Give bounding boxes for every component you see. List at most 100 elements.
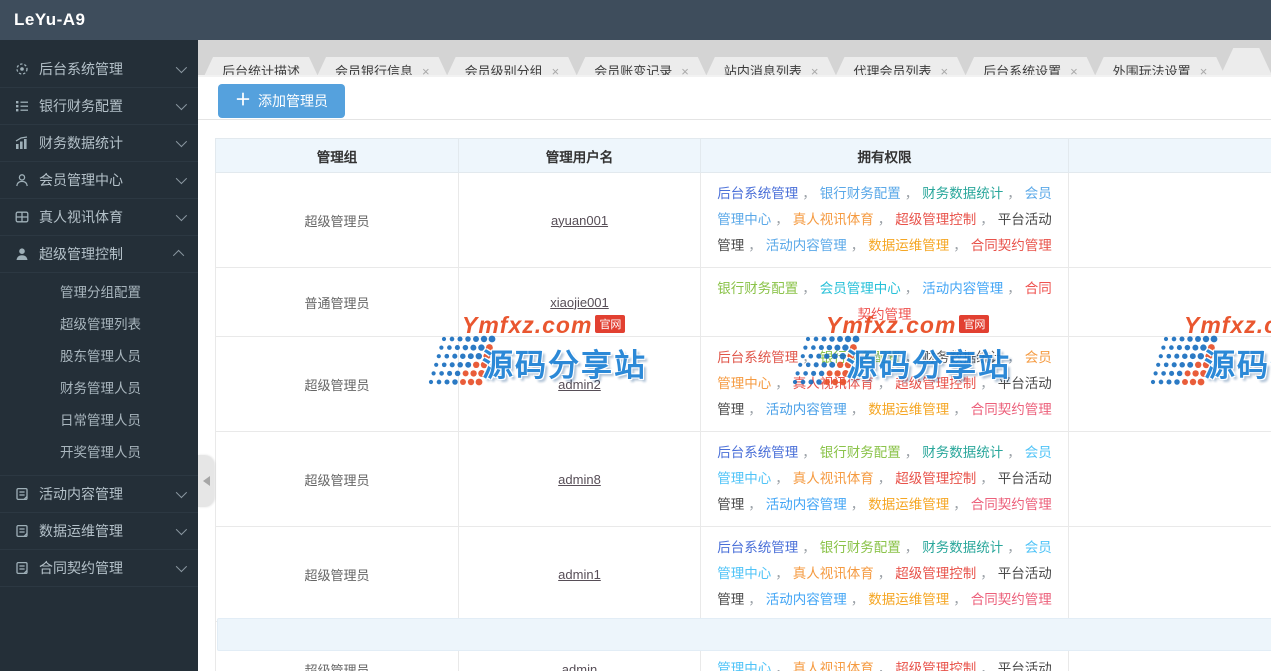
sidebar-subitem[interactable]: 管理分组配置	[0, 277, 198, 309]
permission-separator: ，	[953, 497, 967, 512]
permission-label: 活动内容管理	[766, 592, 847, 607]
sidebar-item[interactable]: 财务数据统计	[0, 125, 198, 162]
sidebar-item-label: 会员管理中心	[39, 170, 176, 190]
actions-cell: 修改|锁定	[1069, 268, 1271, 337]
permission-separator: ，	[953, 238, 967, 253]
table-row: 超级管理员admin1后台系统管理，银行财务配置，财务数据统计，会员管理中心，真…	[216, 527, 1271, 622]
tab-item[interactable]: 会员银行信息×	[313, 57, 452, 77]
permission-label: 数据运维管理	[868, 238, 949, 253]
sidebar-item[interactable]: 数据运维管理	[0, 513, 198, 550]
tab-item[interactable]: 后台统计描述	[200, 57, 322, 77]
permission-label: 合同契约管理	[971, 497, 1052, 512]
permission-label: 后台系统管理	[717, 445, 798, 460]
main-content: 后台统计描述会员银行信息×会员级别分组×会员账变记录×站内消息列表×代理会员列表…	[198, 40, 1271, 671]
sidebar-subitem[interactable]: 日常管理人员	[0, 405, 198, 437]
close-icon[interactable]: ×	[422, 64, 430, 77]
actions-cell: 修改|锁定	[1069, 527, 1271, 622]
permission-separator: ，	[1007, 540, 1021, 555]
permission-separator: ，	[748, 402, 762, 417]
close-icon[interactable]: ×	[1200, 64, 1208, 77]
sidebar-subitem[interactable]: 股东管理人员	[0, 341, 198, 373]
chevron-down-icon	[176, 561, 187, 572]
column-header: 拥有权限	[701, 139, 1069, 173]
permission-label: 真人视讯体育	[793, 376, 874, 391]
close-icon[interactable]: ×	[552, 64, 560, 77]
admin-group-cell: 超级管理员	[216, 173, 459, 268]
permission-separator: ，	[851, 497, 865, 512]
permission-separator: ，	[1007, 350, 1021, 365]
permission-label: 超级管理控制	[895, 376, 976, 391]
permission-separator: ，	[802, 186, 816, 201]
sidebar-item[interactable]: 真人视讯体育	[0, 199, 198, 236]
sidebar-item[interactable]: 后台系统管理	[0, 51, 198, 88]
permission-label: 合同契约管理	[971, 238, 1052, 253]
tab-item[interactable]	[1220, 48, 1271, 76]
admin-group-cell: 超级管理员	[216, 432, 459, 527]
tab-item[interactable]: 代理会员列表×	[831, 57, 970, 77]
close-icon[interactable]: ×	[1070, 64, 1078, 77]
sidebar-item[interactable]: 合同契约管理	[0, 550, 198, 587]
username-link[interactable]: admin8	[558, 472, 601, 487]
sidebar-collapse-handle[interactable]	[198, 455, 214, 507]
username-link[interactable]: admin	[562, 662, 597, 671]
permission-label: 超级管理控制	[895, 471, 976, 486]
username-link[interactable]: admin2	[558, 377, 601, 392]
column-header: 管理组	[216, 139, 459, 173]
gear-icon	[14, 61, 30, 77]
sidebar: 后台系统管理银行财务配置财务数据统计会员管理中心真人视讯体育超级管理控制管理分组…	[0, 40, 198, 671]
permission-separator: ，	[878, 212, 892, 227]
tab-label: 后台统计描述	[222, 64, 300, 77]
close-icon[interactable]: ×	[811, 64, 819, 77]
permission-separator: ，	[878, 376, 892, 391]
grid-icon	[14, 209, 30, 225]
permission-separator: ，	[980, 471, 994, 486]
sidebar-subitem[interactable]: 开奖管理人员	[0, 437, 198, 469]
sidebar-item[interactable]: 超级管理控制	[0, 236, 198, 273]
permission-label: 会员管理中心	[820, 281, 901, 296]
app-title: LeYu-A9	[0, 0, 1271, 40]
permissions-cell: 后台系统管理，银行财务配置，财务数据统计，会员管理中心，真人视讯体育，超级管理控…	[701, 337, 1069, 432]
user-icon	[14, 246, 30, 262]
permission-separator: ，	[775, 212, 789, 227]
actions-cell: 修改|锁定	[1069, 173, 1271, 268]
permission-separator: ，	[851, 592, 865, 607]
close-icon[interactable]: ×	[940, 64, 948, 77]
add-admin-button-label: 添加管理员	[258, 91, 328, 111]
chevron-down-icon	[176, 99, 187, 110]
permission-separator: ，	[1007, 281, 1021, 296]
sidebar-item[interactable]: 银行财务配置	[0, 88, 198, 125]
sidebar-item[interactable]: 活动内容管理	[0, 476, 198, 513]
chart-icon	[14, 135, 30, 151]
column-header: 管理用户名	[459, 139, 701, 173]
permissions-cell: 后台系统管理，银行财务配置，财务数据统计，会员管理中心，真人视讯体育，超级管理控…	[701, 432, 1069, 527]
top-header-bar: LeYu-A9	[0, 0, 1271, 40]
sidebar-item-label: 银行财务配置	[39, 96, 176, 116]
permission-separator: ，	[748, 238, 762, 253]
list-icon	[14, 98, 30, 114]
permission-separator: ，	[905, 445, 919, 460]
tab-item[interactable]: 会员级别分组 ×	[443, 57, 582, 77]
username-link[interactable]: ayuan001	[551, 213, 608, 228]
table-row: 普通管理员xiaojie001银行财务配置，会员管理中心，活动内容管理，合同契约…	[216, 268, 1271, 337]
close-icon[interactable]: ×	[681, 64, 689, 77]
tab-item[interactable]: 后台系统设置×	[961, 57, 1100, 77]
sidebar-item[interactable]: 会员管理中心	[0, 162, 198, 199]
user-outline-icon	[14, 172, 30, 188]
tab-item[interactable]: 会员账变记录×	[572, 57, 711, 77]
permission-label: 合同契约管理	[971, 402, 1052, 417]
sidebar-subitem[interactable]: 超级管理列表	[0, 309, 198, 341]
permission-label: 超级管理控制	[895, 566, 976, 581]
tab-item[interactable]: 外围玩法设置×	[1091, 57, 1230, 77]
admin-username-cell: ayuan001	[459, 173, 701, 268]
username-link[interactable]: admin1	[558, 567, 601, 582]
username-link[interactable]: xiaojie001	[550, 295, 609, 310]
pagination-bar	[217, 618, 1271, 651]
permission-label: 活动内容管理	[922, 281, 1003, 296]
tab-item[interactable]: 站内消息列表×	[702, 57, 841, 77]
sidebar-subitem[interactable]: 财务管理人员	[0, 373, 198, 405]
admin-table: 管理组管理用户名拥有权限操作 超级管理员ayuan001后台系统管理，银行财务配…	[215, 138, 1271, 671]
permission-label: 真人视讯体育	[793, 566, 874, 581]
add-admin-button[interactable]: ＋ 添加管理员	[218, 84, 345, 118]
tab-label: 会员级别分组	[465, 64, 543, 77]
admin-username-cell: admin8	[459, 432, 701, 527]
